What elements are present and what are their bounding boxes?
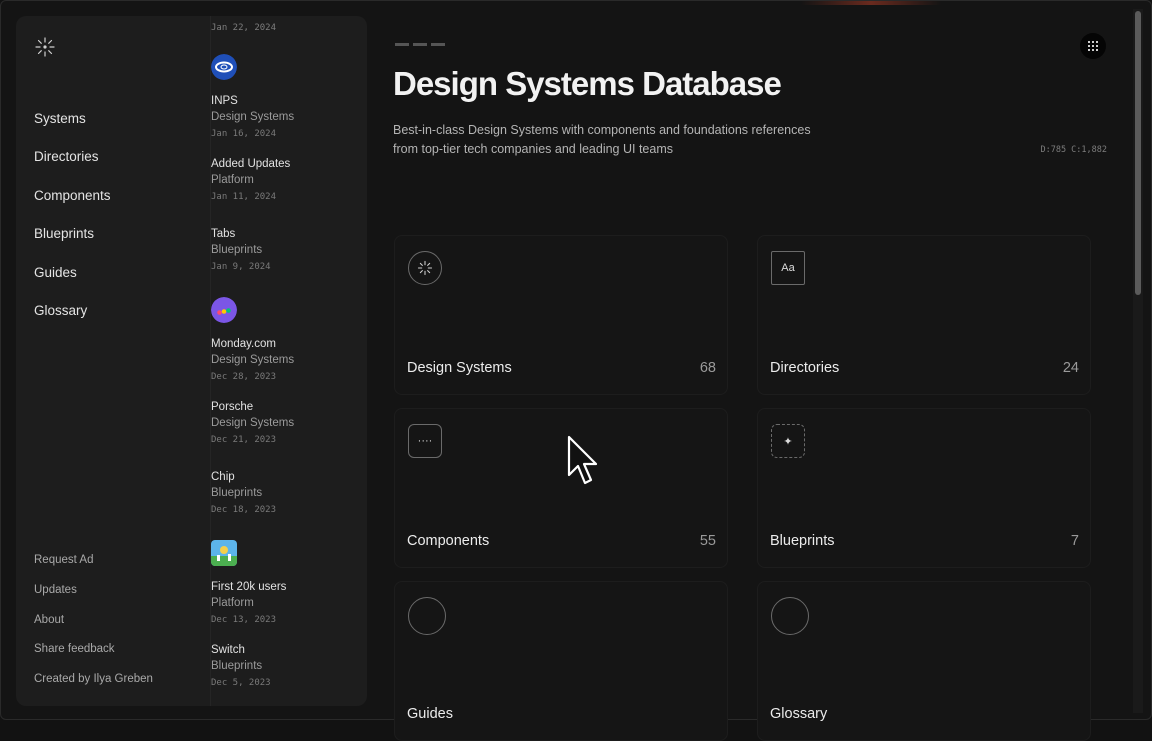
feed-item-title: First 20k users [211, 581, 287, 593]
feed-item-title: Tabs [211, 228, 236, 240]
feed-item-inps[interactable]: INPS Design Systems Jan 16, 2024 [211, 54, 294, 139]
menu-grid-button[interactable] [1080, 33, 1106, 59]
feed-item-date: Jan 9, 2024 [211, 262, 271, 272]
text-box-icon: Aa [771, 251, 805, 285]
sidebar-footer: Request Ad Updates About Share feedback … [34, 554, 153, 703]
page-title: Design Systems Database [393, 65, 782, 102]
feed-item-title: Added Updates [211, 158, 291, 170]
card-glossary[interactable]: Glossary [757, 581, 1091, 741]
logo-icon[interactable] [34, 36, 56, 58]
feed-item-title: Chip [211, 471, 235, 483]
card-label: Components [407, 533, 490, 549]
feed-item-title: Porsche [211, 401, 254, 413]
app-window: Systems Directories Components Blueprint… [0, 0, 1152, 741]
dots-box-icon: ···· [408, 424, 442, 458]
eyebrow-placeholder [395, 41, 451, 47]
feed-item-date: Jan 16, 2024 [211, 129, 277, 139]
feed-item-title: Monday.com [211, 338, 276, 350]
about-link[interactable]: About [34, 614, 153, 644]
card-design-systems[interactable]: Design Systems 68 [394, 235, 728, 395]
feed-date: Jan 22, 2024 [211, 23, 277, 33]
feed-item-category: Design Systems [211, 111, 295, 123]
feed-item-category: Blueprints [211, 487, 263, 499]
feed-item-category: Design Systems [211, 354, 295, 366]
nav-item-blueprints[interactable]: Blueprints [34, 227, 111, 265]
scroll-thumb[interactable] [1135, 11, 1141, 295]
updates-link[interactable]: Updates [34, 584, 153, 614]
feed-item-date: Dec 13, 2023 [211, 615, 277, 625]
sidebar-nav: Systems Directories Components Blueprint… [34, 112, 111, 342]
feed-item-category: Platform [211, 174, 254, 186]
feed-item-title: INPS [211, 95, 238, 107]
nav-item-components[interactable]: Components [34, 188, 111, 227]
monday-logo-icon [211, 297, 237, 323]
card-components[interactable]: ···· Components 55 [394, 408, 728, 568]
feed-item-chip[interactable]: Chip Blueprints Dec 18, 2023 [211, 471, 276, 515]
feed-item-date: Dec 5, 2023 [211, 678, 271, 688]
card-blueprints[interactable]: ✦ Blueprints 7 [757, 408, 1091, 568]
nav-item-glossary[interactable]: Glossary [34, 304, 111, 342]
card-count: 55 [699, 533, 716, 549]
circle-icon [408, 597, 446, 635]
feed-item-tabs[interactable]: Tabs Blueprints Jan 9, 2024 [211, 228, 271, 272]
main-content: Design Systems Database Best-in-class De… [393, 1, 1123, 741]
card-count: 68 [699, 360, 716, 376]
mouse-cursor-icon [567, 435, 598, 485]
sparkle-circle-icon [408, 251, 442, 285]
feed-item-date: Dec 21, 2023 [211, 435, 277, 445]
page-scrollbar[interactable] [1133, 9, 1143, 713]
feed-item-date: Jan 11, 2024 [211, 192, 277, 202]
feed-item-category: Platform [211, 597, 254, 609]
card-label: Directories [770, 360, 840, 376]
feed-item-category: Design Systems [211, 417, 295, 429]
card-count: 7 [1070, 533, 1079, 549]
feed-item-date: Dec 18, 2023 [211, 505, 277, 515]
feed-item-switch[interactable]: Switch Blueprints Dec 5, 2023 [211, 644, 271, 688]
nav-item-systems[interactable]: Systems [34, 112, 111, 150]
card-label: Blueprints [770, 533, 835, 549]
feed-item-date: Dec 28, 2023 [211, 372, 277, 382]
inps-logo-icon [211, 54, 237, 80]
feed-item-porsche[interactable]: Porsche Design Systems Dec 21, 2023 [211, 401, 294, 445]
share-feedback-link[interactable]: Share feedback [34, 643, 153, 673]
page-subtitle: Best-in-class Design Systems with compon… [393, 123, 811, 156]
feed-item-first-20k-users[interactable]: First 20k users Platform Dec 13, 2023 [211, 540, 286, 625]
updates-feed: Jan 22, 2024 INPS Design Systems Jan 16,… [210, 16, 367, 706]
left-panel: Systems Directories Components Blueprint… [16, 16, 367, 706]
card-guides[interactable]: Guides [394, 581, 728, 741]
card-count: 24 [1062, 360, 1079, 376]
grid-icon [1088, 41, 1098, 51]
celebration-image-icon [211, 540, 237, 566]
feed-item-monday[interactable]: Monday.com Design Systems Dec 28, 2023 [211, 297, 294, 382]
star-box-icon: ✦ [771, 424, 805, 458]
request-ad-link[interactable]: Request Ad [34, 554, 153, 584]
card-label: Design Systems [407, 360, 512, 376]
creator-credit-link[interactable]: Created by Ilya Greben [34, 673, 153, 703]
feed-item-category: Blueprints [211, 660, 263, 672]
feed-item-title: Switch [211, 644, 245, 656]
feed-item-category: Blueprints [211, 244, 263, 256]
nav-item-guides[interactable]: Guides [34, 265, 111, 304]
feed-item-added-updates[interactable]: Added Updates Platform Jan 11, 2024 [211, 158, 290, 202]
stats-counter: D:785 C:1,882 [1040, 145, 1107, 155]
circle-icon [771, 597, 809, 635]
card-directories[interactable]: Aa Directories 24 [757, 235, 1091, 395]
nav-item-directories[interactable]: Directories [34, 150, 111, 188]
